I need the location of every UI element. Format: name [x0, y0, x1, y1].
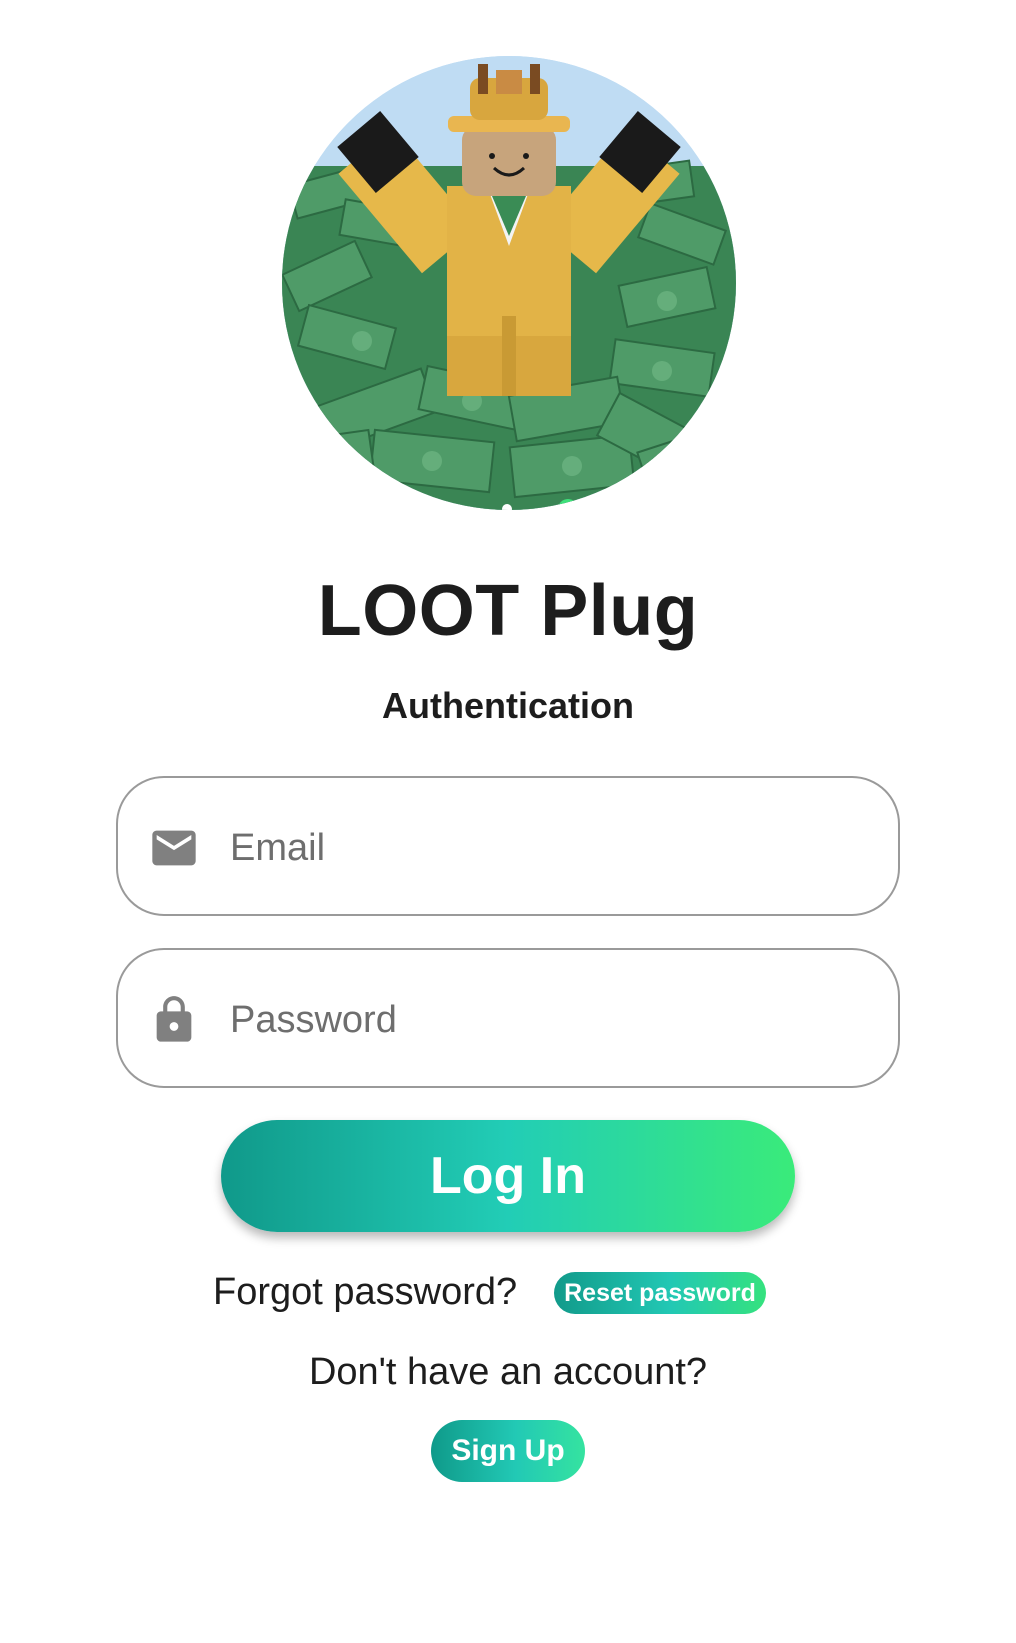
password-field[interactable]	[116, 948, 900, 1088]
hero-image-carousel[interactable]	[282, 56, 736, 510]
carousel-dot-3-active[interactable]	[558, 499, 578, 510]
email-field[interactable]	[116, 776, 900, 916]
signup-prompt: Don't have an account?	[308, 1351, 708, 1393]
forgot-password-row: Forgot password? Reset password	[0, 1270, 1016, 1314]
carousel-dot-2[interactable]	[502, 504, 512, 510]
lock-icon	[156, 996, 192, 1042]
hero-image	[282, 56, 736, 510]
reset-password-button[interactable]: Reset password	[554, 1272, 766, 1314]
mail-icon	[152, 830, 196, 866]
signup-button[interactable]: Sign Up	[431, 1420, 585, 1482]
login-button[interactable]: Log In	[221, 1120, 795, 1232]
password-input[interactable]	[230, 980, 870, 1060]
auth-screen: LOOT Plug Authentication Log In Forgot p…	[0, 0, 1016, 1643]
carousel-dot-1[interactable]	[442, 504, 452, 510]
carousel-indicator	[282, 496, 736, 510]
email-input[interactable]	[230, 808, 870, 888]
app-title: LOOT Plug	[317, 571, 699, 651]
forgot-password-prompt: Forgot password?	[213, 1271, 518, 1313]
page-subtitle: Authentication	[382, 685, 634, 726]
